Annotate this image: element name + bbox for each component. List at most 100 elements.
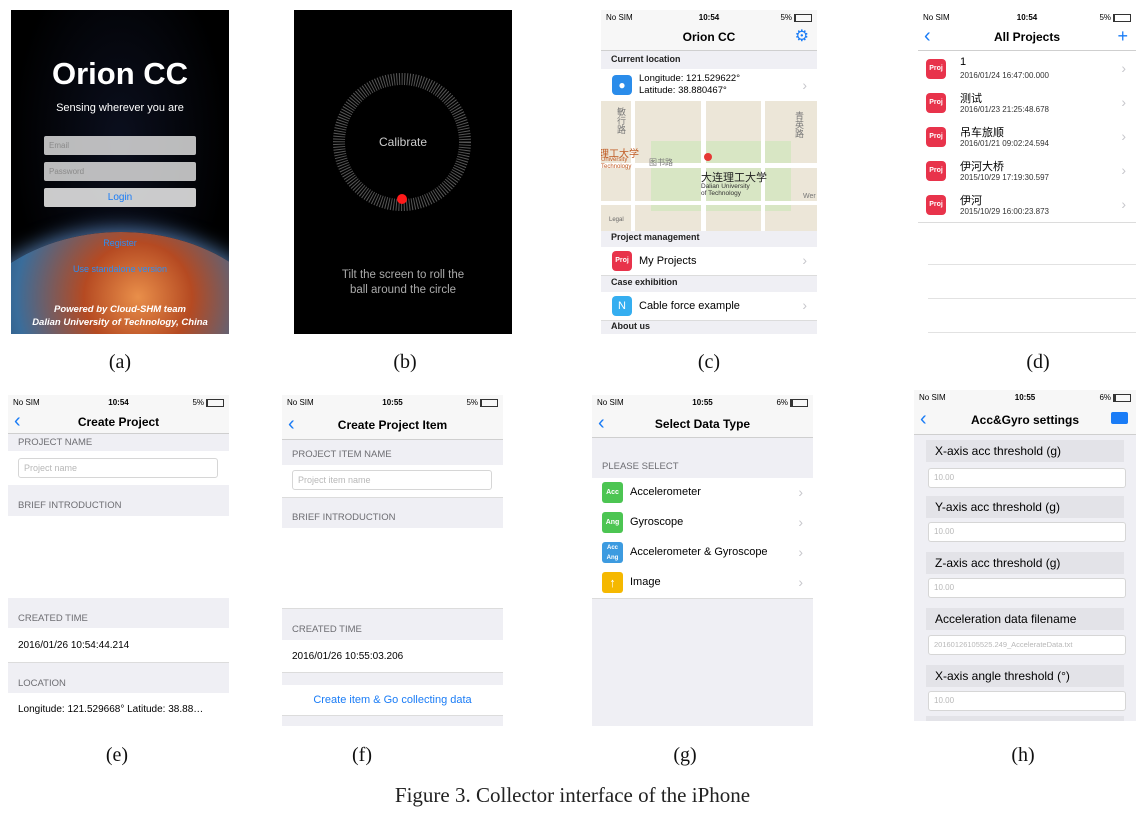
project-name: 1	[960, 56, 967, 68]
chevron-right-icon: ›	[1121, 128, 1126, 144]
current-location-header: Current location	[601, 54, 817, 68]
created-time-value: 2016/01/26 10:55:03.206	[292, 651, 404, 662]
project-name: 测试	[960, 93, 982, 105]
gyroscope-icon: Ang	[602, 512, 623, 533]
brief-intro-header: BRIEF INTRODUCTION	[282, 498, 503, 528]
item-name-input[interactable]: Project item name	[292, 470, 492, 490]
register-link[interactable]: Register	[11, 238, 229, 248]
nav-title: Create Project	[77, 415, 160, 429]
data-type-gyroscope[interactable]: Ang Gyroscope ›	[592, 508, 813, 539]
proj-icon: Proj	[926, 59, 946, 79]
project-time: 2015/10/29 17:19:30.597	[960, 173, 1049, 182]
ball-indicator	[397, 194, 407, 204]
login-button[interactable]: Login	[44, 188, 196, 207]
please-select-header: PLEASE SELECT	[592, 439, 813, 477]
brief-intro-area[interactable]	[8, 516, 229, 599]
create-item-label: Create item & Go collecting data	[313, 694, 472, 706]
tagline: Sensing wherever you are	[56, 102, 184, 114]
project-row[interactable]: Proj 1 2016/01/24 16:47:00.000 ›	[918, 52, 1136, 87]
battery-indicator: 6%	[776, 398, 808, 407]
proj-icon: Proj	[926, 127, 946, 147]
location-row[interactable]: ● Longitude: 121.529622° Latitude: 38.88…	[601, 69, 817, 102]
chevron-right-icon: ›	[802, 77, 807, 93]
chevron-right-icon: ›	[798, 544, 803, 560]
camera-icon[interactable]	[1111, 412, 1128, 424]
map-legal[interactable]: Legal	[609, 217, 624, 223]
standalone-link[interactable]: Use standalone version	[11, 264, 229, 274]
data-type-accelerometer[interactable]: Acc Accelerometer ›	[592, 478, 813, 509]
setting-block: X-axis angle threshold (°)	[926, 665, 1124, 687]
map-view[interactable]: 敏行路 青英路 图书路 理工大学 University Technology 大…	[601, 101, 817, 231]
accelerometer-label: Accelerometer	[630, 486, 701, 498]
caption-c: (c)	[697, 351, 721, 373]
project-name-row: Project name	[8, 451, 229, 486]
screen-create-project: No SIM 10:54 5% ‹ Create Project PROJECT…	[8, 395, 229, 726]
my-projects-row[interactable]: Proj My Projects ›	[601, 247, 817, 276]
project-time: 2016/01/21 09:02:24.594	[960, 139, 1049, 148]
x-angle-threshold-input[interactable]: 10.00	[928, 691, 1126, 711]
chevron-right-icon: ›	[798, 484, 803, 500]
location-row: Longitude: 121.529668° Latitude: 38.88…	[8, 693, 229, 726]
chevron-right-icon: ›	[1121, 94, 1126, 110]
map-road-label-2: 青英路	[794, 111, 804, 138]
x-acc-threshold-input[interactable]: 10.00	[928, 468, 1126, 488]
screen-all-projects: No SIM 10:54 5% ‹ All Projects + Proj 1 …	[918, 10, 1136, 334]
acc-filename-input[interactable]: 20160126105525.249_AccelerateData.txt	[928, 635, 1126, 655]
longitude-text: Longitude: 121.529622°	[639, 73, 741, 84]
project-time: 2016/01/23 21:25:48.678	[960, 105, 1049, 114]
z-acc-threshold-input[interactable]: 10.00	[928, 578, 1126, 598]
project-row[interactable]: Proj 伊河大桥 2015/10/29 17:19:30.597 ›	[918, 154, 1136, 189]
project-name-header: PROJECT NAME	[8, 437, 229, 451]
proj-icon: Proj	[926, 161, 946, 181]
setting-block: Acceleration data filename	[926, 608, 1124, 630]
nav-title: All Projects	[993, 30, 1061, 44]
navbar: Orion CC ⚙	[601, 24, 817, 51]
setting-block: Y-axis acc threshold (g)	[926, 496, 1124, 518]
create-item-button[interactable]: Create item & Go collecting data	[282, 685, 503, 716]
navbar: ‹ Create Project	[8, 409, 229, 434]
status-bar: No SIM 10:55 6%	[914, 390, 1136, 404]
created-time-value: 2016/01/26 10:54:44.214	[18, 640, 130, 651]
password-field[interactable]: Password	[44, 162, 196, 181]
map-edge-label: Wer	[803, 193, 816, 200]
brief-intro-area[interactable]	[282, 528, 503, 609]
nav-title: Orion CC	[682, 30, 736, 44]
project-name-input[interactable]: Project name	[18, 458, 218, 478]
email-field[interactable]: Email	[44, 136, 196, 155]
map-left-en1: University	[601, 157, 628, 163]
location-pin-icon: ●	[612, 75, 632, 95]
navbar: ‹ All Projects +	[918, 24, 1136, 51]
add-project-icon[interactable]: +	[1117, 26, 1128, 46]
status-bar: No SIM 10:55 5%	[282, 395, 503, 409]
map-road-label-3: 图书路	[649, 158, 673, 167]
cable-example-row[interactable]: N Cable force example ›	[601, 292, 817, 321]
project-time: 2016/01/24 16:47:00.000	[960, 71, 1049, 80]
y-acc-threshold-input[interactable]: 10.00	[928, 522, 1126, 542]
item-name-header: PROJECT ITEM NAME	[282, 441, 503, 465]
caption-h: (h)	[1011, 744, 1035, 766]
project-row[interactable]: Proj 伊河 2015/10/29 16:00:23.873 ›	[918, 188, 1136, 223]
cable-example-label: Cable force example	[639, 300, 740, 312]
about-us-header: About us	[601, 321, 817, 334]
battery-indicator: 5%	[192, 398, 224, 407]
my-projects-label: My Projects	[639, 255, 697, 267]
app-title: Orion CC	[51, 56, 189, 91]
data-type-image[interactable]: ↑ Image ›	[592, 568, 813, 599]
screen-select-data-type: No SIM 10:55 6% ‹ Select Data Type PLEAS…	[592, 395, 813, 726]
item-name-row: Project item name	[282, 465, 503, 498]
created-time-header: CREATED TIME	[282, 609, 503, 639]
gear-icon[interactable]: ⚙	[795, 27, 809, 47]
n-icon: N	[612, 296, 632, 316]
project-row[interactable]: Proj 测试 2016/01/23 21:25:48.678 ›	[918, 86, 1136, 121]
caption-a: (a)	[108, 351, 132, 373]
navbar: ‹ Select Data Type	[592, 409, 813, 438]
image-label: Image	[630, 576, 661, 588]
data-type-acc-gyro[interactable]: Acc Ang Accelerometer & Gyroscope ›	[592, 538, 813, 569]
project-name: 吊车旅顺	[960, 127, 1004, 139]
screen-acc-gyro-settings: No SIM 10:55 6% ‹ Acc&Gyro settings X-ax…	[914, 390, 1136, 721]
map-campus-en2: of Technology	[701, 190, 741, 197]
brief-intro-header: BRIEF INTRODUCTION	[8, 485, 229, 515]
caption-b: (b)	[393, 351, 417, 373]
caption-e: (e)	[105, 744, 129, 766]
project-row[interactable]: Proj 吊车旅顺 2016/01/21 09:02:24.594 ›	[918, 120, 1136, 155]
